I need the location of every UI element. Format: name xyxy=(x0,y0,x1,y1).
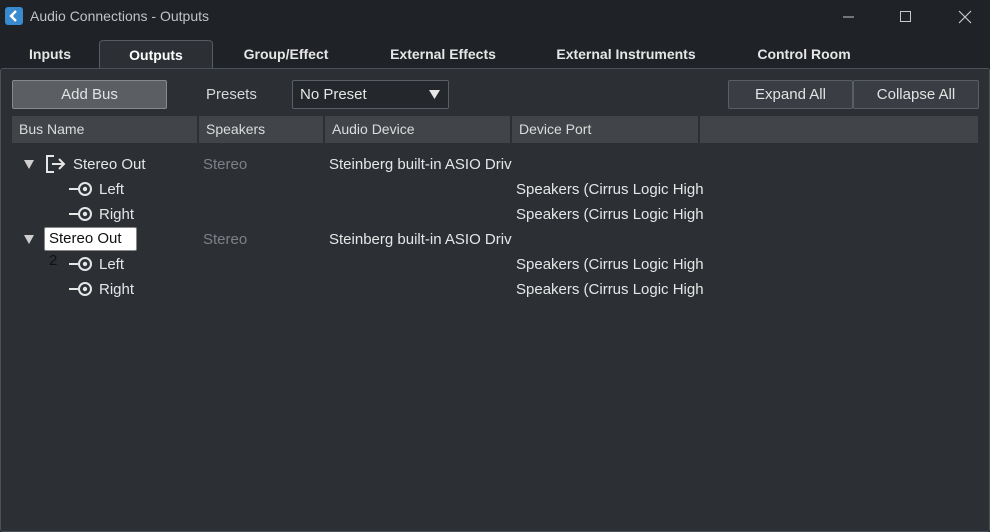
maximize-button[interactable] xyxy=(883,0,929,33)
channel-row-left[interactable]: Left Speakers (Cirrus Logic High xyxy=(12,177,978,202)
channel-device-port[interactable]: Speakers (Cirrus Logic High xyxy=(516,181,704,198)
column-bus-name[interactable]: Bus Name xyxy=(12,116,199,143)
collapse-triangle-icon[interactable] xyxy=(24,235,34,244)
dropdown-arrow-icon xyxy=(429,90,440,99)
channel-device-port[interactable]: Speakers (Cirrus Logic High xyxy=(516,206,704,223)
window-title: Audio Connections - Outputs xyxy=(30,8,209,24)
title-bar: Audio Connections - Outputs xyxy=(0,0,990,33)
output-bus-icon xyxy=(46,155,66,173)
close-button[interactable] xyxy=(942,0,988,33)
collapse-all-button[interactable]: Collapse All xyxy=(853,80,979,109)
channel-port-icon xyxy=(69,257,92,271)
presets-dropdown[interactable]: No Preset xyxy=(292,80,449,109)
cubase-app-icon[interactable] xyxy=(5,7,23,25)
bus-row-stereo-out[interactable]: Stereo Out Stereo Steinberg built-in ASI… xyxy=(12,152,978,177)
maximize-icon xyxy=(900,10,911,22)
collapse-triangle-icon[interactable] xyxy=(24,160,34,169)
preset-value: No Preset xyxy=(300,86,367,103)
column-header: Bus Name Speakers Audio Device Device Po… xyxy=(12,116,978,143)
bus-name: Stereo Out xyxy=(73,156,146,173)
tab-control-room[interactable]: Control Room xyxy=(738,40,870,68)
channel-row-right[interactable]: Right Speakers (Cirrus Logic High xyxy=(12,202,978,227)
channel-name: Left xyxy=(99,181,125,198)
channel-port-icon xyxy=(69,207,92,221)
tab-group-effect[interactable]: Group/Effect xyxy=(222,40,350,68)
channel-name: Right xyxy=(99,206,135,223)
tab-bar: Inputs Outputs Group/Effect External Eff… xyxy=(0,40,990,69)
channel-device-port[interactable]: Speakers (Cirrus Logic High xyxy=(516,256,704,273)
close-icon xyxy=(958,10,972,23)
bus-audio-device[interactable]: Steinberg built-in ASIO Driv xyxy=(329,231,512,248)
tab-external-effects[interactable]: External Effects xyxy=(370,40,516,68)
channel-port-icon xyxy=(69,282,92,296)
expand-all-button[interactable]: Expand All xyxy=(728,80,853,109)
bus-row-stereo-out-2[interactable]: Stereo Out 2 Stereo Steinberg built-in A… xyxy=(12,227,978,269)
tab-inputs[interactable]: Inputs xyxy=(10,40,90,68)
channel-name: Right xyxy=(99,281,135,298)
column-device-port[interactable]: Device Port xyxy=(512,116,700,143)
channel-row-right[interactable]: Right Speakers (Cirrus Logic High xyxy=(12,277,978,302)
add-bus-button[interactable]: Add Bus xyxy=(12,80,167,109)
column-empty xyxy=(700,116,978,143)
column-audio-device[interactable]: Audio Device xyxy=(325,116,512,143)
tab-outputs[interactable]: Outputs xyxy=(99,40,213,69)
bus-speakers: Stereo xyxy=(203,156,248,173)
channel-device-port[interactable]: Speakers (Cirrus Logic High xyxy=(516,281,704,298)
bus-name-edit-field[interactable]: Stereo Out 2 xyxy=(44,227,137,269)
minimize-icon xyxy=(843,16,854,17)
bus-speakers: Stereo xyxy=(203,231,248,248)
channel-name: Left xyxy=(99,256,125,273)
column-speakers[interactable]: Speakers xyxy=(199,116,325,143)
presets-label: Presets xyxy=(206,86,257,103)
channel-port-icon xyxy=(69,182,92,196)
channel-row-left[interactable]: Left Speakers (Cirrus Logic High xyxy=(12,252,978,277)
minimize-button[interactable] xyxy=(826,0,872,33)
bus-audio-device[interactable]: Steinberg built-in ASIO Driv xyxy=(329,156,512,173)
tab-external-instruments[interactable]: External Instruments xyxy=(536,40,716,68)
